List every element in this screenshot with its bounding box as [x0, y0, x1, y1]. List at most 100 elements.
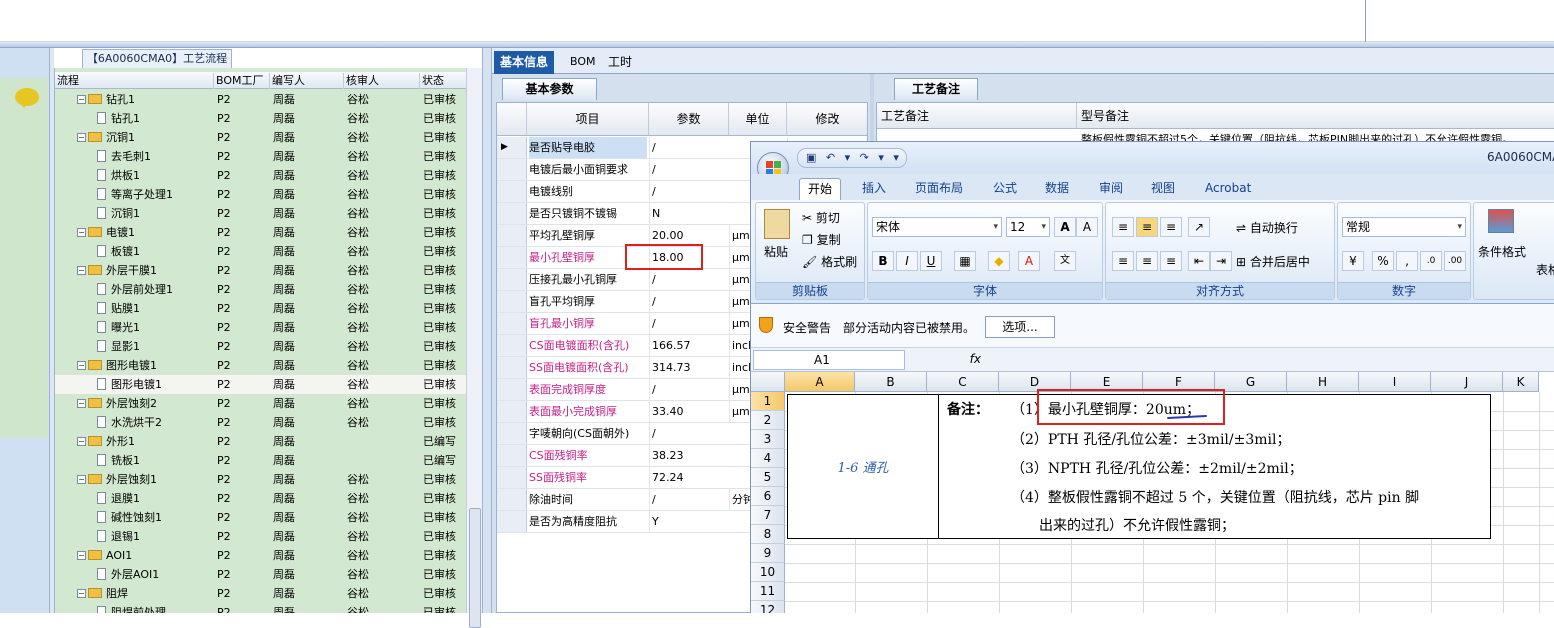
param-value[interactable]: / [649, 291, 727, 312]
tree-row[interactable]: 外层前处理1 P2 周磊 谷松 已审核 [55, 280, 466, 299]
collapse-icon[interactable]: − [77, 474, 86, 484]
tree-row[interactable]: 曝光1 P2 周磊 谷松 已审核 [55, 318, 466, 337]
tree-row[interactable]: 板镀1 P2 周磊 谷松 已审核 [55, 242, 466, 261]
underline-button[interactable]: U [920, 251, 942, 271]
excel-window[interactable]: ▣ ↶ ▾ ↷ ▾ ▾ 6A0060CMA 开始 插入 页面布局 公式 数据 审… [750, 141, 1554, 613]
cell-a-merged[interactable]: 1-6 通孔 [787, 394, 939, 539]
paste-button[interactable]: 粘贴 [764, 243, 788, 260]
number-format-select[interactable]: 常规 [1342, 217, 1466, 237]
tree-row[interactable]: − 外形1 P2 周磊 已编写 [55, 432, 466, 451]
tree-row[interactable]: 沉铜1 P2 周磊 谷松 已审核 [55, 204, 466, 223]
col-unit[interactable]: 单位 [729, 103, 787, 136]
grow-font-button[interactable]: A [1054, 217, 1076, 237]
tree-col-bom[interactable]: BOM工厂 [213, 73, 269, 89]
ribbon-tab-formulas[interactable]: 公式 [993, 178, 1017, 200]
tree-row[interactable]: 退膜1 P2 周磊 谷松 已审核 [55, 489, 466, 508]
param-value[interactable]: 20.00 [649, 225, 727, 246]
param-value[interactable]: 314.73 [649, 357, 727, 378]
row-header[interactable]: 4 [751, 449, 785, 468]
tree-row[interactable]: − 外层蚀刻2 P2 周磊 谷松 已审核 [55, 394, 466, 413]
row-header[interactable]: 6 [751, 487, 785, 506]
align-right-icon[interactable]: ≡ [1160, 251, 1182, 271]
col-item[interactable]: 项目 [527, 103, 649, 136]
row-header[interactable]: 7 [751, 506, 785, 525]
fill-color-icon[interactable]: ◆ [988, 251, 1010, 271]
param-value[interactable]: / [649, 379, 727, 400]
tree-row[interactable]: 去毛刺1 P2 周磊 谷松 已审核 [55, 147, 466, 166]
column-header[interactable]: A [785, 372, 855, 392]
tree-row[interactable]: 钻孔1 P2 周磊 谷松 已审核 [55, 109, 466, 128]
tab-bom[interactable]: BOM [564, 51, 602, 74]
tab-basic-info[interactable]: 基本信息 [494, 51, 555, 74]
param-value[interactable]: 33.40 [649, 401, 727, 422]
tree-row[interactable]: − 图形电镀1 P2 周磊 谷松 已审核 [55, 356, 466, 375]
row-header[interactable]: 1 [751, 392, 785, 411]
worksheet[interactable]: ABCDEFGHIJK 1 2 3 4 5 6 7 8 9 10 11 12 1-6 通孔 备注： （… [751, 372, 1554, 613]
format-table-button[interactable]: 表格 [1536, 261, 1554, 278]
row-header[interactable]: 5 [751, 468, 785, 487]
decrease-decimal-icon[interactable]: .00 [1444, 251, 1466, 271]
tab-basic-params[interactable]: 基本参数 [502, 78, 597, 100]
param-value[interactable]: N [649, 203, 727, 224]
param-value[interactable]: / [649, 489, 727, 510]
fx-icon[interactable]: fx [913, 350, 985, 370]
column-header[interactable]: G [1215, 372, 1287, 392]
param-value[interactable]: / [649, 269, 727, 290]
param-value[interactable]: 166.57 [649, 335, 727, 356]
orientation-icon[interactable]: ↗ [1188, 217, 1210, 237]
collapse-icon[interactable]: − [77, 227, 86, 237]
tree-row[interactable]: − 沉铜1 P2 周磊 谷松 已审核 [55, 128, 466, 147]
tree-scrollbar[interactable] [466, 68, 482, 628]
tree-row[interactable]: − 外层干膜1 P2 周磊 谷松 已审核 [55, 261, 466, 280]
paste-icon[interactable] [764, 209, 790, 239]
column-header[interactable]: I [1359, 372, 1431, 392]
percent-button[interactable]: % [1372, 251, 1394, 271]
cut-button[interactable]: ✂ 剪切 [802, 209, 840, 226]
tree-row[interactable]: 外层AOI1 P2 周磊 谷松 已审核 [55, 565, 466, 584]
decrease-indent-icon[interactable]: ⇤ [1188, 251, 1210, 271]
ribbon-tab-home[interactable]: 开始 [799, 178, 842, 200]
collapse-icon[interactable]: − [77, 550, 86, 560]
row-header[interactable]: 2 [751, 411, 785, 430]
ribbon-tab-acrobat[interactable]: Acrobat [1205, 178, 1251, 200]
param-value[interactable]: / [649, 313, 727, 334]
tab-labor-hours[interactable]: 工时 [602, 51, 638, 74]
col-param[interactable]: 参数 [649, 103, 729, 136]
increase-decimal-icon[interactable]: .0 [1420, 251, 1442, 271]
align-middle-icon[interactable]: ≡ [1136, 217, 1158, 237]
tree-row[interactable]: 铣板1 P2 周磊 已编写 [55, 451, 466, 470]
align-center-icon[interactable]: ≡ [1136, 251, 1158, 271]
conditional-format-button[interactable]: 条件格式 [1478, 243, 1526, 260]
tree-row[interactable]: 显影1 P2 周磊 谷松 已审核 [55, 337, 466, 356]
merge-center-button[interactable]: ⊞ 合并后居中 [1236, 253, 1310, 270]
comma-button[interactable]: , [1396, 251, 1418, 271]
tree-row[interactable]: 烘板1 P2 周磊 谷松 已审核 [55, 166, 466, 185]
collapse-icon[interactable]: − [77, 588, 86, 598]
tree-row[interactable]: 阻焊前处理 P2 周磊 谷松 已审核 [55, 603, 466, 613]
tree-col-author[interactable]: 编写人 [269, 73, 343, 89]
align-left-icon[interactable]: ≡ [1112, 251, 1134, 271]
tree-row[interactable]: − 阻焊 P2 周磊 谷松 已审核 [55, 584, 466, 603]
align-top-icon[interactable]: ≡ [1112, 217, 1134, 237]
collapse-icon[interactable]: − [77, 360, 86, 370]
ribbon-tab-data[interactable]: 数据 [1045, 178, 1069, 200]
row-header[interactable]: 11 [751, 582, 785, 601]
column-header[interactable]: B [855, 372, 927, 392]
tree-col-reviewer[interactable]: 核审人 [343, 73, 419, 89]
param-value[interactable]: / [649, 137, 727, 158]
tree-row[interactable]: 水洗烘干2 P2 周磊 谷松 已审核 [55, 413, 466, 432]
param-value[interactable]: 38.23 [649, 445, 727, 466]
col-process-remark[interactable]: 工艺备注 [877, 103, 1077, 129]
row-header[interactable]: 10 [751, 563, 785, 582]
collapse-icon[interactable]: − [77, 436, 86, 446]
collapse-icon[interactable]: − [77, 132, 86, 142]
row-header[interactable]: 8 [751, 525, 785, 544]
param-value[interactable]: 72.24 [649, 467, 727, 488]
font-name-select[interactable]: 宋体 [872, 217, 1002, 237]
param-value[interactable]: / [649, 159, 727, 180]
vertical-splitter[interactable] [482, 48, 492, 613]
phonetic-icon[interactable]: 文 [1054, 251, 1076, 271]
tree-row[interactable]: − 钻孔1 P2 周磊 谷松 已审核 [55, 90, 466, 109]
column-header[interactable]: K [1503, 372, 1539, 392]
border-icon[interactable]: ▦ [954, 251, 976, 271]
